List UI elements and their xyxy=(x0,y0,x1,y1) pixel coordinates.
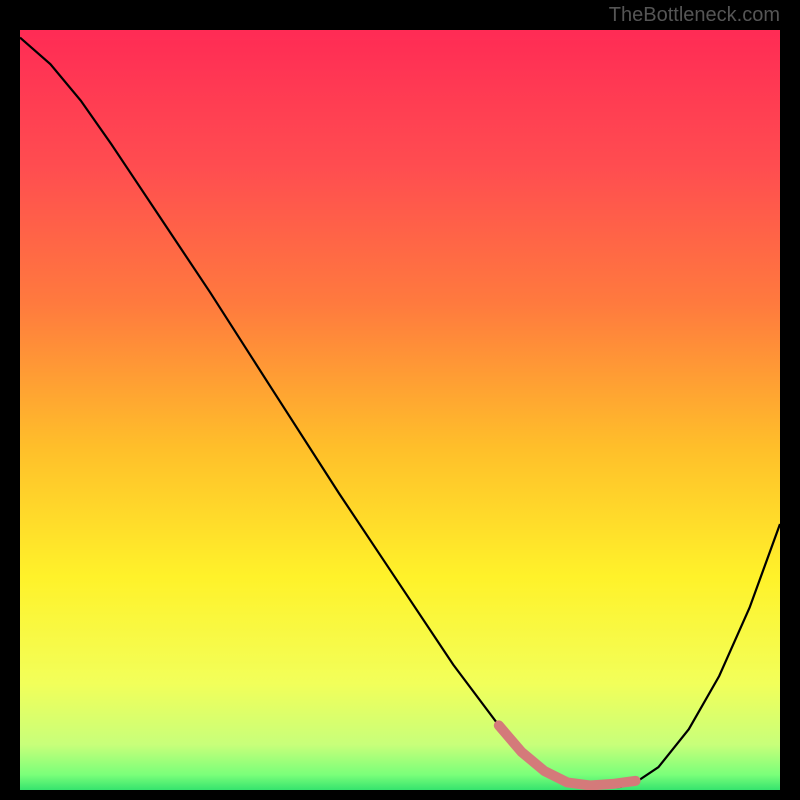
chart-background xyxy=(20,30,780,790)
watermark-label: TheBottleneck.com xyxy=(609,4,780,27)
chart-svg xyxy=(20,30,780,790)
chart-container xyxy=(20,30,780,790)
